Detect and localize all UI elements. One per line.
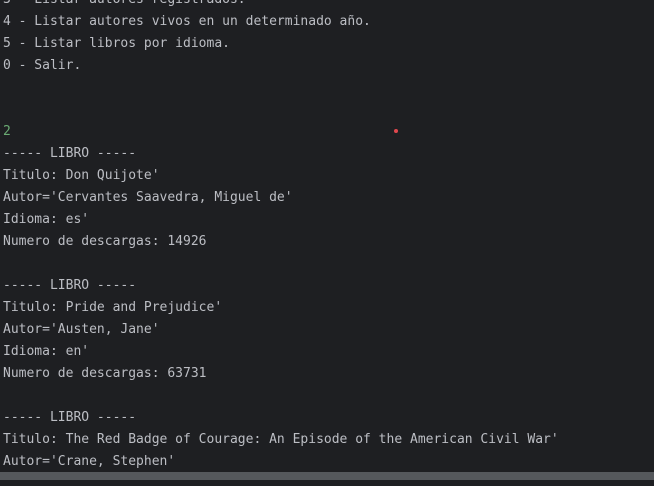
console-output-line: Titulo: The Red Badge of Courage: An Epi… [3,432,559,447]
console-output-line: Autor='Austen, Jane' [3,322,160,337]
console-output-line: Titulo: Pride and Prejudice' [3,300,223,315]
console-output-line: 5 - Listar libros por idioma. [3,36,230,51]
console-output-line [3,99,559,121]
console-output-line: Numero de descargas: 63731 [3,366,207,381]
red-marker-dot [394,129,398,133]
console-input-line: 2 [3,124,11,139]
console-output-line: Idioma: en' [3,344,90,359]
scrollbar-track[interactable] [0,472,654,480]
console-output-line: 3 - Listar autores registrados. [3,0,559,11]
console-output-line [3,385,559,407]
console-output-panel[interactable]: 3 - Listar autores registrados. 4 - Lista… [0,0,654,486]
console-output-line: 0 - Salir. [3,58,82,73]
console-output-line: ----- LIBRO ----- [3,146,137,161]
console-output-line: Autor='Crane, Stephen' [3,454,176,469]
console-output-line [3,253,559,275]
console-output-line: 4 - Listar autores vivos en un determina… [3,14,371,29]
console-lines: 3 - Listar autores registrados. 4 - Lista… [3,0,559,486]
console-output-line: Numero de descargas: 14926 [3,234,207,249]
console-output-line: Titulo: Don Quijote' [3,168,160,183]
console-output-line: Autor='Cervantes Saavedra, Miguel de' [3,190,293,205]
console-output-line: Idioma: es' [3,212,90,227]
console-output-line: ----- LIBRO ----- [3,278,137,293]
console-output-line: ----- LIBRO ----- [3,410,137,425]
scrollbar-thumb[interactable] [0,472,654,480]
console-output-line [3,77,559,99]
horizontal-scrollbar[interactable] [0,472,654,486]
